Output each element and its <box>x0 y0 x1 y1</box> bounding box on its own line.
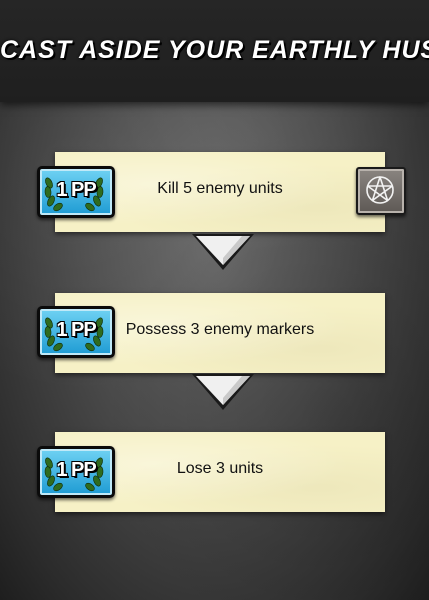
arrow-down-icon <box>192 374 254 410</box>
pp-badge-3-label: 1 PP <box>56 459 96 481</box>
pp-badge-2-label: 1 PP <box>56 319 96 341</box>
card-title: CAST ASIDE YOUR EARTHLY HUSKS <box>0 36 429 64</box>
pp-badge-3: 1 PP <box>37 446 115 498</box>
pp-badge-1-label: 1 PP <box>56 179 96 201</box>
pentagram-icon <box>356 167 406 215</box>
card-header: CAST ASIDE YOUR EARTHLY HUSKS <box>0 0 429 102</box>
objective-card: CAST ASIDE YOUR EARTHLY HUSKS Kill 5 ene… <box>0 0 429 600</box>
arrow-down-icon <box>192 234 254 270</box>
pp-badge-1: 1 PP <box>37 166 115 218</box>
pentagram-icon-graphic <box>366 176 394 204</box>
pp-badge-2: 1 PP <box>37 306 115 358</box>
